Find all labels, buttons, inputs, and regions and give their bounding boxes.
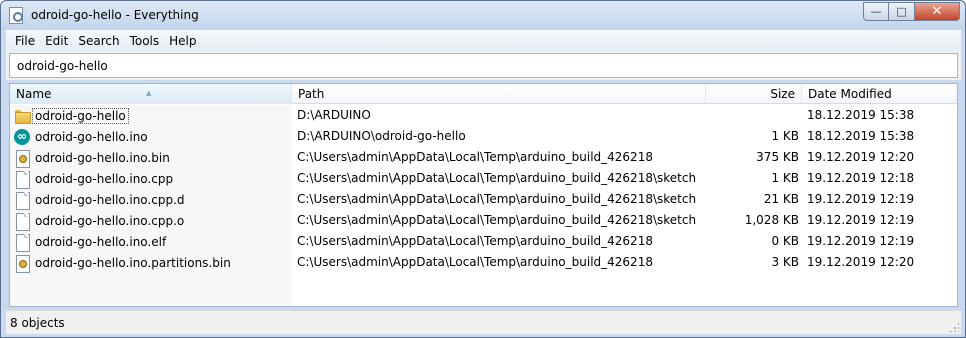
name-cell[interactable]: odroid-go-hello.ino.bin (14, 147, 292, 168)
menu-tools[interactable]: Tools (125, 34, 165, 48)
file-name: odroid-go-hello.ino.cpp.d (35, 192, 185, 207)
menu-bar: File Edit Search Tools Help (6, 30, 961, 51)
size-cell: 1,028 KB (744, 213, 799, 227)
binary-file-icon (14, 254, 30, 273)
column-header-path[interactable]: Path (292, 84, 706, 104)
size-cell: 1 KB (771, 129, 799, 143)
everything-app-icon[interactable] (9, 7, 23, 24)
table-row[interactable]: odroid-go-hello.ino.cpp C:\Users\admin\Ap… (10, 168, 957, 189)
folder-icon (14, 108, 31, 124)
name-cell[interactable]: odroid-go-hello.ino.elf (14, 231, 292, 252)
date-modified-cell: 19.12.2019 12:20 (807, 255, 915, 269)
date-modified-cell: 19.12.2019 12:19 (807, 234, 915, 248)
column-header-date-modified[interactable]: Date Modified (802, 84, 957, 104)
resize-grip-icon[interactable] (949, 322, 959, 332)
title-bar[interactable]: odroid-go-hello - Everything — □ ✕ (1, 1, 965, 30)
binary-file-icon (14, 149, 30, 168)
size-cell: 3 KB (771, 255, 799, 269)
size-cell: 0 KB (771, 234, 799, 248)
file-icon (14, 233, 30, 252)
file-name: odroid-go-hello.ino.cpp (35, 171, 174, 186)
search-bar (6, 51, 961, 80)
sort-ascending-icon: ▲ (146, 89, 152, 97)
window-controls: — □ ✕ (863, 2, 960, 21)
size-cell: 1 KB (771, 171, 799, 185)
app-window: odroid-go-hello - Everything — □ ✕ File … (0, 0, 966, 338)
file-name: odroid-go-hello.ino.bin (35, 150, 170, 165)
file-name: odroid-go-hello (32, 107, 129, 124)
menu-search[interactable]: Search (73, 34, 124, 48)
search-input[interactable] (9, 53, 958, 78)
table-row[interactable]: odroid-go-hello.ino.elf C:\Users\admin\Ap… (10, 231, 957, 252)
file-icon (14, 212, 30, 231)
column-header: Name ▲ Path Size Date Modified (10, 84, 957, 104)
name-cell[interactable]: odroid-go-hello.ino.partitions.bin (14, 252, 292, 273)
minimize-button[interactable]: — (863, 2, 889, 21)
name-cell[interactable]: odroid-go-hello.ino.cpp.o (14, 210, 292, 231)
file-name: odroid-go-hello.ino.partitions.bin (35, 255, 231, 270)
path-cell: D:\ARDUINO\odroid-go-hello (297, 129, 466, 143)
path-cell: C:\Users\admin\AppData\Local\Temp\arduin… (297, 234, 653, 248)
size-cell: 375 KB (756, 150, 799, 164)
column-header-size[interactable]: Size (706, 84, 802, 104)
table-row[interactable]: odroid-go-hello.ino D:\ARDUINO\odroid-go-… (10, 126, 957, 147)
date-modified-cell: 19.12.2019 12:18 (807, 171, 915, 185)
path-cell: D:\ARDUINO (297, 108, 371, 122)
status-bar: 8 objects (6, 310, 961, 334)
name-cell[interactable]: odroid-go-hello.ino.cpp.d (14, 189, 292, 210)
column-header-name[interactable]: Name ▲ (10, 84, 292, 104)
menu-file[interactable]: File (10, 34, 40, 48)
maximize-button[interactable]: □ (888, 2, 915, 21)
status-object-count: 8 objects (10, 316, 65, 330)
date-modified-cell: 19.12.2019 12:19 (807, 213, 915, 227)
table-row[interactable]: odroid-go-hello.ino.cpp.o C:\Users\admin\… (10, 210, 957, 231)
results-list[interactable]: Name ▲ Path Size Date Modified odroid-go… (9, 83, 958, 307)
path-cell: C:\Users\admin\AppData\Local\Temp\arduin… (297, 150, 653, 164)
table-row[interactable]: odroid-go-hello.ino.cpp.d C:\Users\admin\… (10, 189, 957, 210)
path-cell: C:\Users\admin\AppData\Local\Temp\arduin… (297, 255, 653, 269)
close-button[interactable]: ✕ (914, 2, 960, 21)
file-name: odroid-go-hello.ino.elf (35, 234, 167, 249)
menu-edit[interactable]: Edit (40, 34, 73, 48)
path-cell: C:\Users\admin\AppData\Local\Temp\arduin… (297, 171, 697, 185)
file-name: odroid-go-hello.ino.cpp.o (35, 213, 185, 228)
file-name: odroid-go-hello.ino (35, 129, 148, 144)
size-cell (706, 105, 799, 126)
date-modified-cell: 19.12.2019 12:20 (807, 150, 915, 164)
path-cell: C:\Users\admin\AppData\Local\Temp\arduin… (297, 213, 697, 227)
file-icon (14, 191, 30, 210)
size-cell: 21 KB (763, 192, 799, 206)
table-row[interactable]: odroid-go-hello D:\ARDUINO 18.12.2019 15:3… (10, 105, 957, 126)
column-header-name-label: Name (16, 87, 52, 101)
name-cell[interactable]: odroid-go-hello.ino (14, 126, 292, 147)
arduino-icon (14, 128, 30, 145)
window-title: odroid-go-hello - Everything (31, 8, 199, 22)
date-modified-cell: 18.12.2019 15:38 (807, 129, 915, 143)
name-cell[interactable]: odroid-go-hello (14, 105, 292, 126)
name-cell[interactable]: odroid-go-hello.ino.cpp (14, 168, 292, 189)
table-row[interactable]: odroid-go-hello.ino.bin C:\Users\admin\Ap… (10, 147, 957, 168)
table-row[interactable]: odroid-go-hello.ino.partitions.bin C:\Use… (10, 252, 957, 273)
date-modified-cell: 19.12.2019 12:19 (807, 192, 915, 206)
file-icon (14, 170, 30, 189)
menu-help[interactable]: Help (164, 34, 201, 48)
path-cell: C:\Users\admin\AppData\Local\Temp\arduin… (297, 192, 697, 206)
date-modified-cell: 18.12.2019 15:38 (807, 108, 915, 122)
